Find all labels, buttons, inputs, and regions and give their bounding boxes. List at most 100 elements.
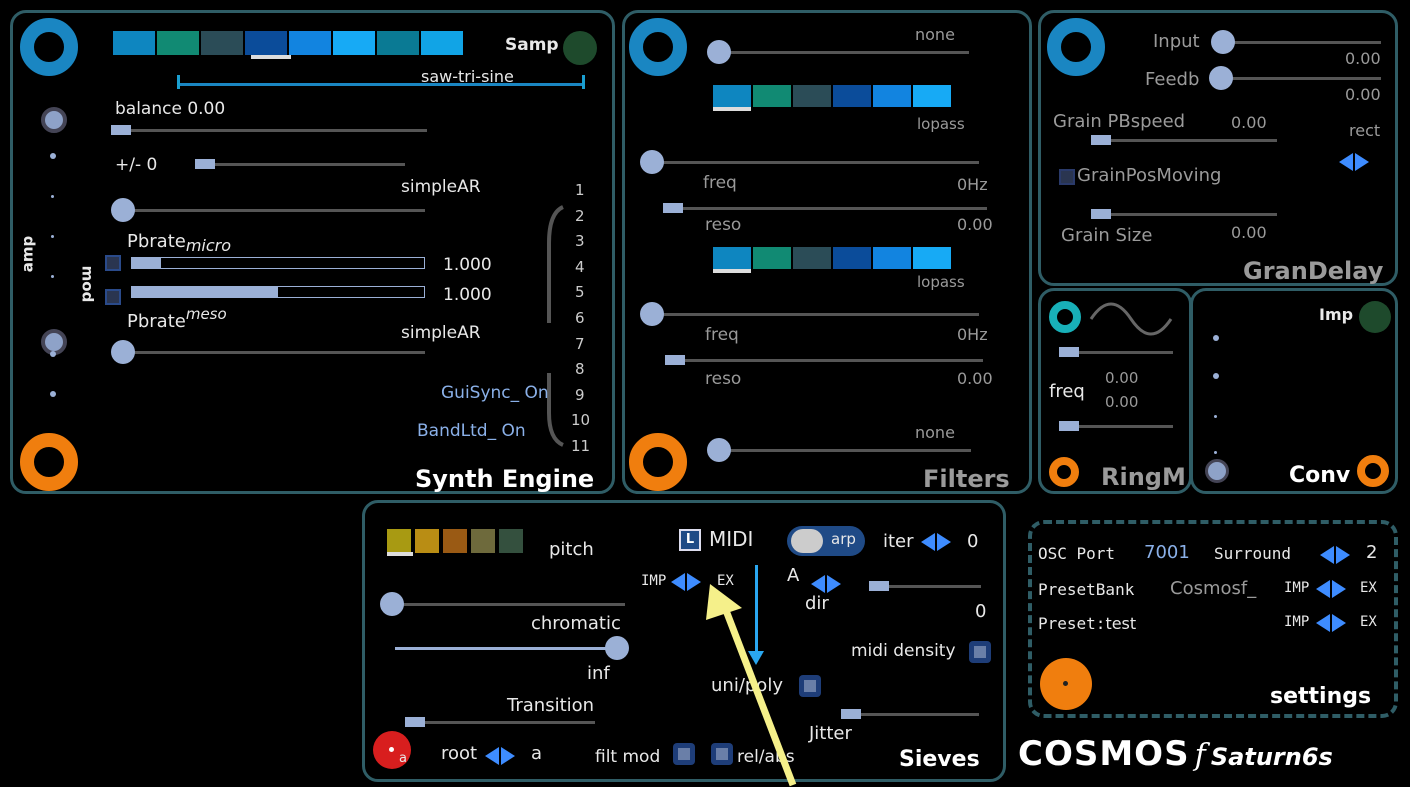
swatch-4[interactable]	[833, 247, 871, 269]
filter-mode-bottom-handle[interactable]	[707, 438, 731, 462]
jitter-slider[interactable]	[841, 713, 979, 716]
swatch-4[interactable]	[245, 31, 287, 55]
swatch-6[interactable]	[913, 85, 951, 107]
swatch-3[interactable]	[443, 529, 467, 553]
filter2-freq-handle[interactable]	[665, 355, 685, 365]
partial-number[interactable]: 4	[575, 258, 585, 276]
amp-top-knob[interactable]	[41, 107, 67, 133]
swatch-1[interactable]	[387, 529, 411, 553]
swatch-6[interactable]	[333, 31, 375, 55]
filter-mode-top-handle[interactable]	[707, 40, 731, 64]
wave-range-bar[interactable]	[177, 83, 585, 86]
feedb-slider[interactable]	[1215, 77, 1381, 80]
grainposmoving-checkbox[interactable]	[1059, 169, 1075, 185]
partial-number[interactable]: 7	[575, 335, 585, 353]
filter1-slider[interactable]	[651, 161, 979, 164]
partial-number[interactable]: 11	[571, 437, 590, 455]
root-arrows[interactable]	[485, 745, 515, 765]
partial-number[interactable]: 9	[575, 386, 585, 404]
conv-knob[interactable]	[1205, 459, 1229, 483]
root-red-button[interactable]: a	[373, 731, 411, 769]
meso-bar[interactable]	[131, 286, 425, 298]
ringm-input-ring[interactable]	[1049, 301, 1081, 333]
pbspeed-handle[interactable]	[1091, 135, 1111, 145]
range-slider[interactable]	[395, 647, 625, 650]
swatch-6[interactable]	[913, 247, 951, 269]
swatch-5[interactable]	[499, 529, 523, 553]
env2-slider[interactable]	[119, 351, 425, 354]
filters-output-ring[interactable]	[629, 433, 687, 491]
input-handle[interactable]	[1211, 30, 1235, 54]
settings-orange-button[interactable]	[1040, 658, 1092, 710]
swatch-5[interactable]	[873, 85, 911, 107]
swatch-8[interactable]	[421, 31, 463, 55]
sine-wave-icon[interactable]	[1089, 299, 1173, 339]
pitch-offset-slider[interactable]	[195, 163, 405, 166]
grainsize-handle[interactable]	[1091, 209, 1111, 219]
transition-slider[interactable]	[405, 721, 595, 724]
grandelay-input-ring[interactable]	[1047, 18, 1105, 76]
pbspeed-slider[interactable]	[1091, 139, 1277, 142]
ringm-slider-2-handle[interactable]	[1059, 421, 1079, 431]
partial-number[interactable]: 1	[575, 181, 585, 199]
partial-number[interactable]: 2	[575, 207, 585, 225]
surround-arrows[interactable]	[1320, 544, 1350, 564]
filter1-handle[interactable]	[640, 150, 664, 174]
jitter-handle[interactable]	[841, 709, 861, 719]
ringm-slider-1-handle[interactable]	[1059, 347, 1079, 357]
input-slider[interactable]	[1223, 41, 1381, 44]
synth-input-ring[interactable]	[20, 18, 78, 76]
swatch-2[interactable]	[753, 85, 791, 107]
env1-handle[interactable]	[111, 198, 135, 222]
filter2-handle[interactable]	[640, 302, 664, 326]
synth-output-ring[interactable]	[20, 433, 78, 491]
filter2-freq-slider[interactable]	[665, 359, 983, 362]
feedb-handle[interactable]	[1209, 66, 1233, 90]
filter-mode-top-slider[interactable]	[711, 51, 969, 54]
balance-handle[interactable]	[111, 125, 131, 135]
partial-number[interactable]: 8	[575, 360, 585, 378]
filter1-freq-slider[interactable]	[663, 207, 987, 210]
partial-number[interactable]: 10	[571, 411, 590, 429]
arp-toggle[interactable]: arp	[787, 526, 865, 556]
wave-range-left[interactable]	[177, 75, 180, 89]
partial-number[interactable]: 6	[575, 309, 585, 327]
swatch-5[interactable]	[873, 247, 911, 269]
bandltd-toggle[interactable]: BandLtd_ On	[417, 421, 526, 441]
imp-button[interactable]	[1359, 301, 1391, 333]
swatch-1[interactable]	[113, 31, 155, 55]
filter2-type-swatches[interactable]	[713, 247, 951, 269]
swatch-4[interactable]	[471, 529, 495, 553]
midi-density-checkbox[interactable]	[969, 641, 991, 663]
env1-slider[interactable]	[119, 209, 425, 212]
swatch-3[interactable]	[793, 85, 831, 107]
guisync-toggle[interactable]: GuiSync_ On	[441, 383, 549, 403]
filter1-freq-handle[interactable]	[663, 203, 683, 213]
partial-number[interactable]: 5	[575, 283, 585, 301]
waveform-swatches[interactable]	[113, 31, 463, 55]
env2-handle[interactable]	[111, 340, 135, 364]
pitch-swatches[interactable]	[387, 529, 523, 553]
meso-checkbox[interactable]	[105, 289, 121, 305]
pitch-offset-handle[interactable]	[195, 159, 215, 169]
filter2-slider[interactable]	[651, 313, 979, 316]
micro-bar[interactable]	[131, 257, 425, 269]
filter-mode-bottom-slider[interactable]	[717, 449, 971, 452]
partial-number[interactable]: 3	[575, 232, 585, 250]
swatch-4[interactable]	[833, 85, 871, 107]
swatch-5[interactable]	[289, 31, 331, 55]
transition-handle[interactable]	[405, 717, 425, 727]
filters-input-ring[interactable]	[629, 18, 687, 76]
wave-range-right[interactable]	[582, 75, 585, 89]
swatch-2[interactable]	[753, 247, 791, 269]
swatch-1[interactable]	[713, 247, 751, 269]
pitch-handle[interactable]	[380, 592, 404, 616]
grainsize-slider[interactable]	[1091, 213, 1277, 216]
swatch-3[interactable]	[793, 247, 831, 269]
filter1-type-swatches[interactable]	[713, 85, 951, 107]
dir-handle[interactable]	[869, 581, 889, 591]
midi-l-button[interactable]: L	[679, 529, 701, 551]
preset-arrows[interactable]	[1316, 612, 1346, 632]
presetbank-arrows[interactable]	[1316, 578, 1346, 598]
balance-slider[interactable]	[111, 129, 427, 132]
